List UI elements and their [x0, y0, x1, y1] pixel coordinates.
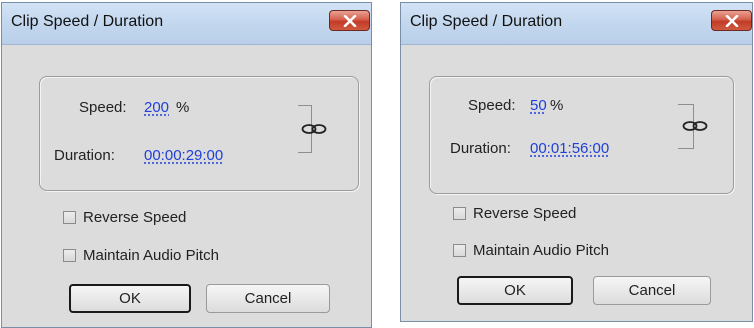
ok-button[interactable]: OK — [457, 276, 573, 305]
maintain-pitch-checkbox[interactable] — [63, 249, 76, 262]
close-icon — [725, 14, 738, 27]
duration-label: Duration: — [54, 147, 115, 164]
chain-link-icon[interactable] — [301, 123, 327, 135]
maintain-pitch-label: Maintain Audio Pitch — [83, 247, 219, 264]
cancel-button[interactable]: Cancel — [206, 284, 330, 313]
maintain-pitch-row[interactable]: Maintain Audio Pitch — [63, 247, 219, 264]
dialog-title: Clip Speed / Duration — [11, 13, 164, 30]
reverse-speed-checkbox[interactable] — [453, 207, 466, 220]
reverse-speed-row[interactable]: Reverse Speed — [453, 205, 576, 222]
speed-label: Speed: — [79, 99, 127, 116]
speed-unit: % — [550, 97, 564, 114]
duration-value[interactable]: 00:00:29:00 — [144, 147, 223, 164]
close-icon — [343, 14, 356, 27]
maintain-pitch-checkbox[interactable] — [453, 244, 466, 257]
close-button[interactable] — [329, 10, 370, 31]
clip-speed-dialog-1: Clip Speed / Duration Speed: 200 % Durat… — [1, 2, 372, 328]
speed-label: Speed: — [468, 97, 516, 114]
reverse-speed-checkbox[interactable] — [63, 211, 76, 224]
reverse-speed-row[interactable]: Reverse Speed — [63, 209, 186, 226]
duration-label: Duration: — [450, 140, 511, 157]
maintain-pitch-label: Maintain Audio Pitch — [473, 242, 609, 259]
reverse-speed-label: Reverse Speed — [473, 205, 577, 222]
ok-button[interactable]: OK — [69, 284, 191, 313]
speed-unit: % — [176, 99, 190, 116]
title-bar: Clip Speed / Duration — [401, 3, 752, 45]
cancel-button[interactable]: Cancel — [593, 276, 711, 305]
speed-value[interactable]: 50 — [530, 97, 547, 114]
chain-link-icon[interactable] — [682, 120, 708, 132]
speed-value[interactable]: 200 — [144, 99, 169, 116]
reverse-speed-label: Reverse Speed — [83, 209, 187, 226]
dialog-title: Clip Speed / Duration — [410, 13, 563, 30]
duration-value[interactable]: 00:01:56:00 — [530, 140, 609, 157]
maintain-pitch-row[interactable]: Maintain Audio Pitch — [453, 242, 609, 259]
clip-speed-dialog-2: Clip Speed / Duration Speed: 50 % Durati… — [400, 2, 753, 322]
close-button[interactable] — [711, 10, 752, 31]
title-bar: Clip Speed / Duration — [2, 3, 371, 45]
